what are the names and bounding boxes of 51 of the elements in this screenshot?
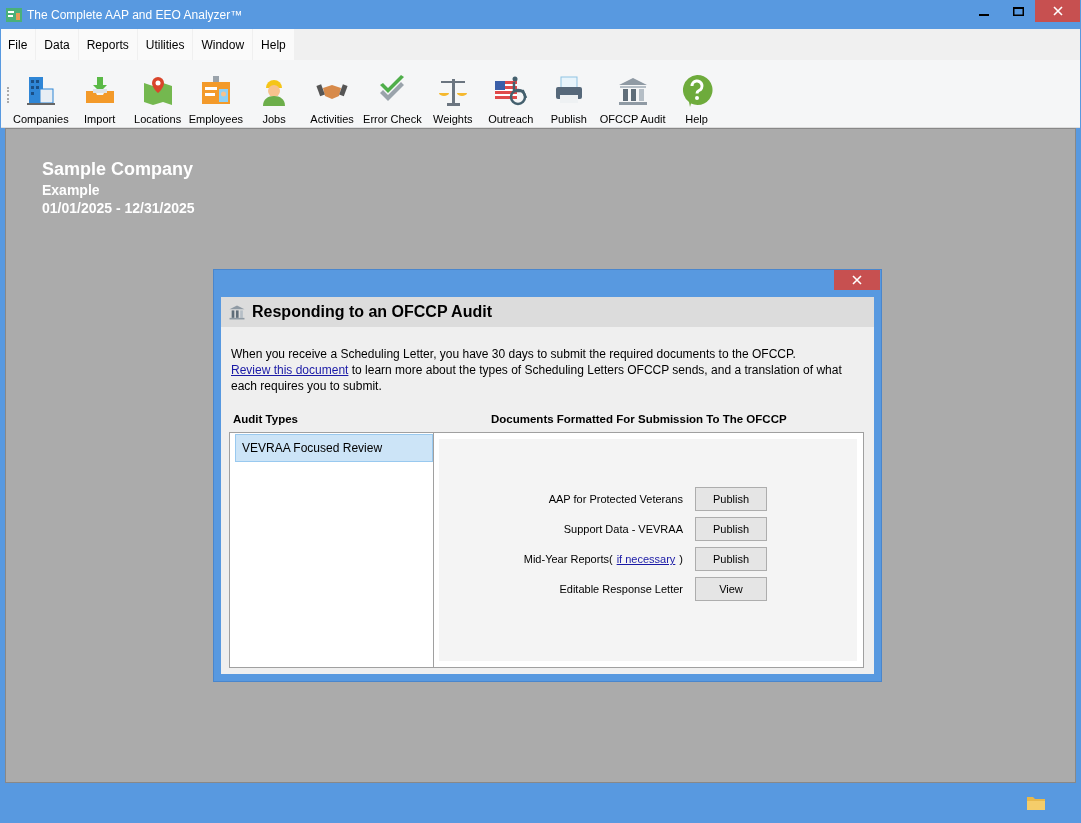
map-pin-icon — [141, 75, 174, 107]
courthouse-icon — [228, 304, 246, 320]
menu-item[interactable]: Reports — [78, 29, 137, 60]
toolbar-button[interactable]: Publish — [539, 75, 598, 127]
company-name: Sample Company — [42, 159, 195, 180]
id-badge-icon — [199, 75, 232, 107]
toolbar-button[interactable]: Jobs — [245, 75, 304, 127]
minimize-icon — [979, 14, 989, 16]
document-button[interactable]: View — [695, 577, 767, 601]
column-heading: Documents Formatted For Submission To The OFCCP — [490, 413, 788, 425]
toolbar-grip — [7, 87, 11, 103]
dialog-title: Responding to an OFCCP Audit — [252, 303, 492, 321]
plan-period: 01/01/2025 - 12/31/2025 — [42, 200, 196, 216]
document-link[interactable]: Review this document — [231, 363, 349, 377]
info-link[interactable]: if necessary — [616, 553, 676, 565]
courthouse-icon — [616, 75, 649, 107]
toolbar-button[interactable]: Weights — [423, 75, 482, 127]
toolbar-button[interactable]: Import — [70, 75, 129, 127]
menu-item[interactable]: File — [1, 29, 36, 60]
toolbar-button[interactable]: Error Check — [361, 75, 424, 127]
column-heading: Audit Types — [232, 413, 299, 425]
document-label: Editable Response Letter — [559, 583, 683, 595]
close-icon — [1052, 6, 1063, 16]
close-button[interactable] — [834, 270, 880, 290]
toolbar-button[interactable]: Outreach — [481, 75, 540, 127]
audit-type-item[interactable]: VEVRAA Focused Review — [235, 434, 433, 462]
toolbar-button[interactable]: Activities — [303, 75, 362, 127]
company-subtitle: Example — [42, 182, 101, 198]
document-button[interactable]: Publish — [695, 517, 767, 541]
document-button[interactable]: Publish — [695, 487, 767, 511]
maximize-icon — [1012, 6, 1024, 16]
document-label: Support Data - VEVRAA — [563, 523, 683, 535]
document-label: AAP for Protected Veterans — [548, 493, 683, 505]
document-label: Mid-Year Reports( if necessary ) — [523, 553, 683, 565]
menu-item[interactable]: Help — [253, 29, 294, 60]
toolbar-button[interactable]: Companies — [11, 75, 71, 127]
flag-wheelchair-icon — [493, 75, 528, 107]
menu-item[interactable]: Utilities — [137, 29, 193, 60]
toolbar-button[interactable]: OFCCP Audit — [597, 75, 668, 127]
folder-icon — [1027, 796, 1045, 810]
toolbar-button[interactable]: Locations — [128, 75, 187, 127]
menu-item[interactable]: Data — [36, 29, 78, 60]
intro-paragraph: When you receive a Scheduling Letter, you have 30 days to submit the required documents to the OFCCP. Review this document to learn more about the types of Scheduling Letters OFCCP sends, and a translation of what each requires you to submit. — [231, 346, 843, 394]
toolbar-button[interactable]: Employees — [186, 75, 246, 127]
app-icon — [6, 7, 22, 22]
document-button[interactable]: Publish — [695, 547, 767, 571]
office-building-icon — [24, 75, 57, 107]
window-title: The Complete AAP and EEO Analyzer™ — [27, 7, 243, 22]
menu-item[interactable]: Window — [193, 29, 253, 60]
close-icon — [852, 275, 862, 285]
toolbar-button[interactable]: Help — [667, 73, 726, 127]
